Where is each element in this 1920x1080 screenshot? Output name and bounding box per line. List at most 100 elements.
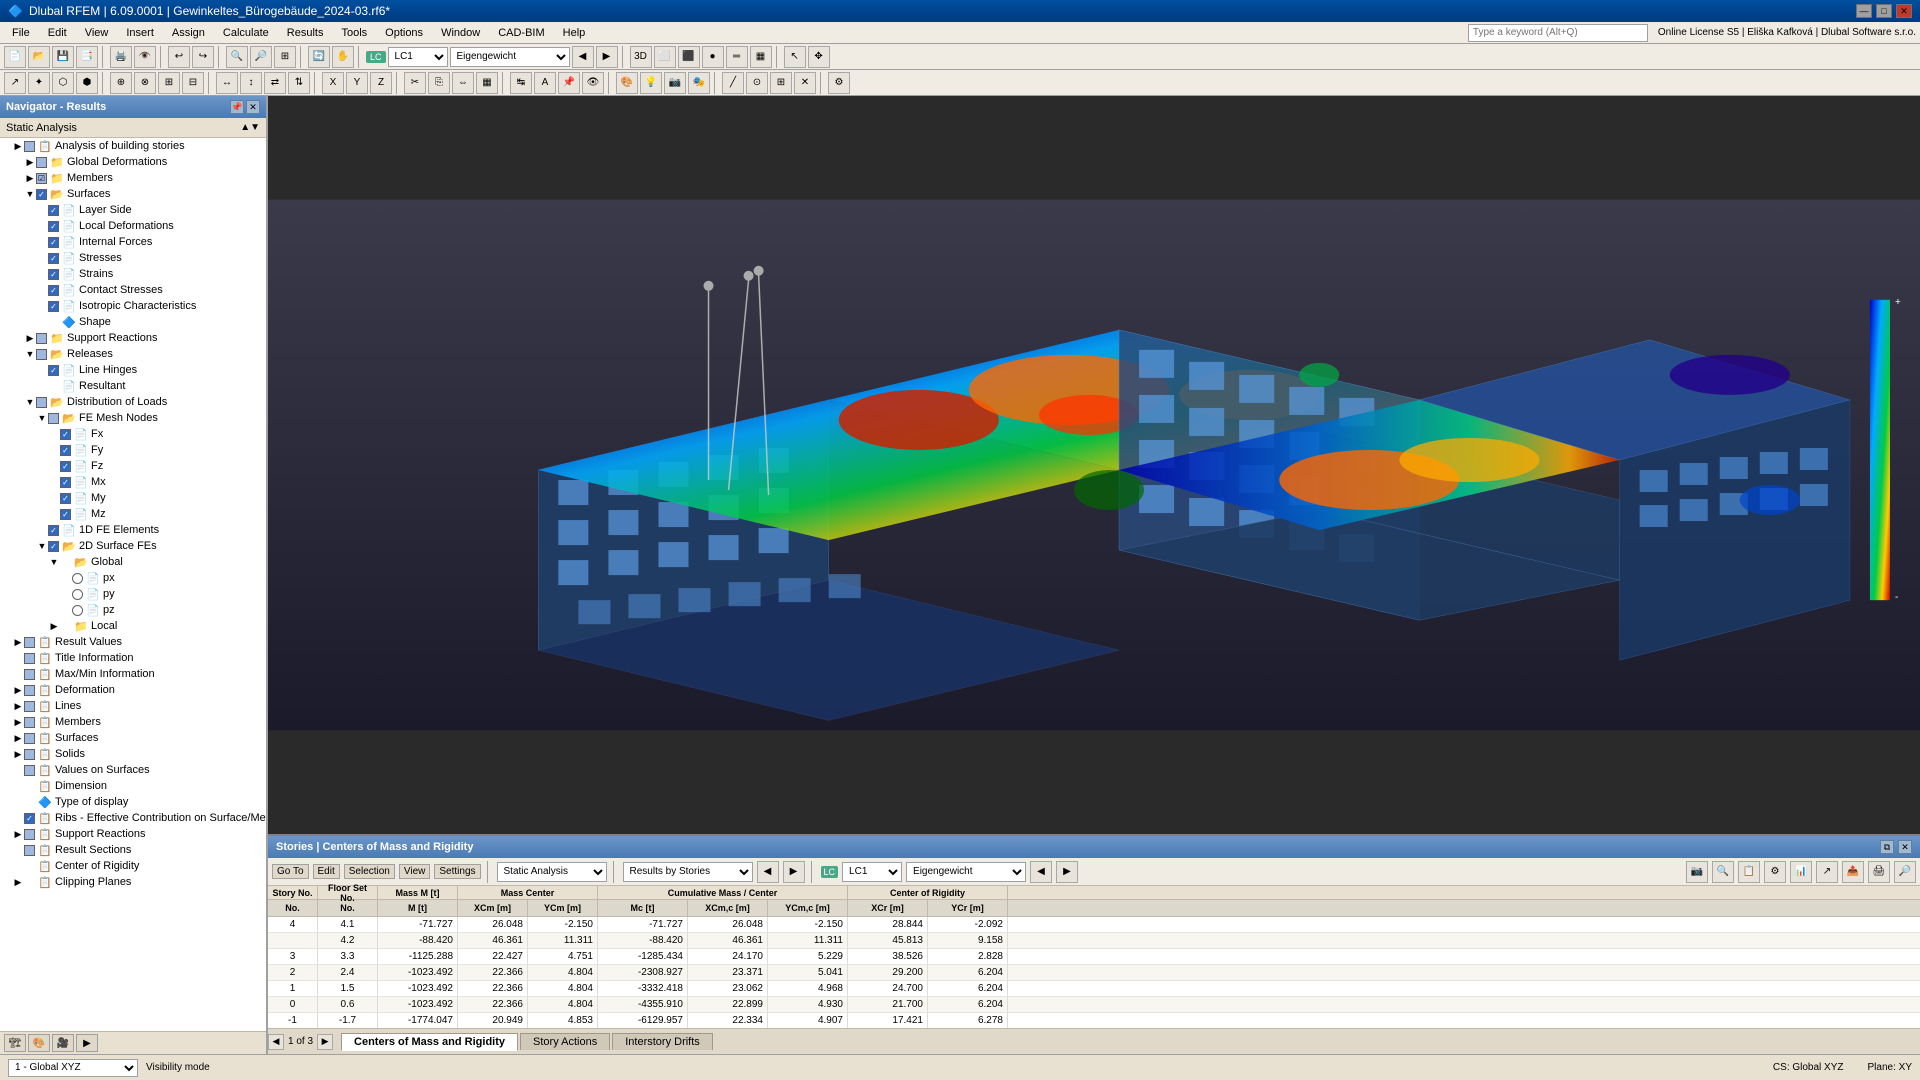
tree-item-clipping-planes[interactable]: ▶ 📋 Clipping Planes bbox=[0, 874, 266, 890]
tab-interstory-drifts[interactable]: Interstory Drifts bbox=[612, 1033, 713, 1050]
analysis-type-combo[interactable]: Static Analysis bbox=[497, 862, 607, 882]
tb2-11[interactable]: ⇄ bbox=[264, 72, 286, 94]
menu-file[interactable]: File bbox=[4, 25, 38, 41]
tb-move[interactable]: ✥ bbox=[808, 46, 830, 68]
tree-item-shape[interactable]: 🔷 Shape bbox=[0, 314, 266, 330]
tb-select[interactable]: ↖ bbox=[784, 46, 806, 68]
cb-layer-side[interactable]: ✓ bbox=[48, 205, 59, 216]
table-row[interactable]: -1 -1.7 -1774.047 20.949 4.853 -6129.957… bbox=[268, 1013, 1920, 1028]
tb-show-members[interactable]: ═ bbox=[726, 46, 748, 68]
cb-global-deform[interactable] bbox=[36, 157, 47, 168]
expand-surfaces-2[interactable]: ▶ bbox=[12, 731, 24, 745]
tb2-cross[interactable]: ✕ bbox=[794, 72, 816, 94]
expand-surfaces-1[interactable]: ▼ bbox=[24, 187, 36, 201]
tree-item-members-1[interactable]: ▶ ☑ 📁 Members bbox=[0, 170, 266, 186]
tb2-6[interactable]: ⊗ bbox=[134, 72, 156, 94]
tb-redo[interactable]: ↪ bbox=[192, 46, 214, 68]
close-btn[interactable]: ✕ bbox=[1896, 4, 1912, 18]
btn-view[interactable]: View bbox=[399, 864, 431, 879]
cb-result-values[interactable] bbox=[24, 637, 35, 648]
tb2-render[interactable]: 🎨 bbox=[616, 72, 638, 94]
tree-item-local-deform[interactable]: ✓ 📄 Local Deformations bbox=[0, 218, 266, 234]
cb-members-1[interactable]: ☑ bbox=[36, 173, 47, 184]
tb-prev-lc[interactable]: ◀ bbox=[572, 46, 594, 68]
panel-tb-4[interactable]: ⚙ bbox=[1764, 861, 1786, 883]
cb-2d-fe[interactable]: ✓ bbox=[48, 541, 59, 552]
maximize-btn[interactable]: □ bbox=[1876, 4, 1892, 18]
tb2-5[interactable]: ⊕ bbox=[110, 72, 132, 94]
menu-tools[interactable]: Tools bbox=[333, 25, 375, 41]
cb-mx[interactable]: ✓ bbox=[60, 477, 71, 488]
tree-item-resultant[interactable]: 📄 Resultant bbox=[0, 378, 266, 394]
tree-item-layer-side[interactable]: ✓ 📄 Layer Side bbox=[0, 202, 266, 218]
cb-fe-mesh[interactable] bbox=[48, 413, 59, 424]
tb-rotate[interactable]: 🔄 bbox=[308, 46, 330, 68]
cb-support-reactions-2[interactable] bbox=[24, 829, 35, 840]
cb-internal-forces[interactable]: ✓ bbox=[48, 237, 59, 248]
tree-item-type-display[interactable]: 🔷 Type of display bbox=[0, 794, 266, 810]
menu-help[interactable]: Help bbox=[555, 25, 594, 41]
tree-item-py[interactable]: 📄 py bbox=[0, 586, 266, 602]
panel-lc-num[interactable]: LC1 bbox=[842, 862, 902, 882]
tree-item-internal-forces[interactable]: ✓ 📄 Internal Forces bbox=[0, 234, 266, 250]
tree-item-ribs[interactable]: ✓ 📋 Ribs - Effective Contribution on Sur… bbox=[0, 810, 266, 826]
expand-support-reactions-1[interactable]: ▶ bbox=[24, 331, 36, 345]
tree-item-members-2[interactable]: ▶ 📋 Members bbox=[0, 714, 266, 730]
cb-fz[interactable]: ✓ bbox=[60, 461, 71, 472]
tb-solid[interactable]: ⬛ bbox=[678, 46, 700, 68]
tb2-mirror[interactable]: ⇔ bbox=[452, 72, 474, 94]
cb-1d-fe[interactable]: ✓ bbox=[48, 525, 59, 536]
btn-settings[interactable]: Settings bbox=[434, 864, 480, 879]
page-prev-btn[interactable]: ◀ bbox=[268, 1034, 284, 1050]
table-row[interactable]: 4.2 -88.420 46.361 11.311 -88.420 46.361… bbox=[268, 933, 1920, 949]
menu-assign[interactable]: Assign bbox=[164, 25, 213, 41]
tb2-grid[interactable]: ⊞ bbox=[770, 72, 792, 94]
cb-surfaces-1[interactable]: ✓ bbox=[36, 189, 47, 200]
table-row[interactable]: 4 4.1 -71.727 26.048 -2.150 -71.727 26.0… bbox=[268, 917, 1920, 933]
tree-item-surfaces-2[interactable]: ▶ 📋 Surfaces bbox=[0, 730, 266, 746]
cb-lines[interactable] bbox=[24, 701, 35, 712]
cb-mz[interactable]: ✓ bbox=[60, 509, 71, 520]
cb-releases[interactable] bbox=[36, 349, 47, 360]
tb-3d-view[interactable]: 3D bbox=[630, 46, 652, 68]
expand-local[interactable]: ▶ bbox=[48, 619, 60, 633]
tree-item-mx[interactable]: ✓ 📄 Mx bbox=[0, 474, 266, 490]
nav-close-btn[interactable]: ✕ bbox=[246, 100, 260, 114]
panel-lc-name[interactable]: Eigengewicht bbox=[906, 862, 1026, 882]
panel-lc-next[interactable]: ▶ bbox=[1056, 861, 1078, 883]
cb-analysis-stories[interactable] bbox=[24, 141, 35, 152]
expand-2d-fe[interactable]: ▼ bbox=[36, 539, 48, 553]
cb-my[interactable]: ✓ bbox=[60, 493, 71, 504]
cb-stresses[interactable]: ✓ bbox=[48, 253, 59, 264]
radio-py[interactable] bbox=[72, 589, 83, 600]
tb2-3[interactable]: ⬡ bbox=[52, 72, 74, 94]
panel-tb-3[interactable]: 📋 bbox=[1738, 861, 1760, 883]
tree-item-result-values[interactable]: ▶ 📋 Result Values bbox=[0, 634, 266, 650]
tree-item-lines[interactable]: ▶ 📋 Lines bbox=[0, 698, 266, 714]
tree-item-analysis-stories[interactable]: ▶ 📋 Analysis of building stories bbox=[0, 138, 266, 154]
expand-releases[interactable]: ▼ bbox=[24, 347, 36, 361]
tab-story-actions[interactable]: Story Actions bbox=[520, 1033, 610, 1050]
tree-item-pz[interactable]: 📄 pz bbox=[0, 602, 266, 618]
cb-title-info[interactable] bbox=[24, 653, 35, 664]
tree-item-maxmin[interactable]: 📋 Max/Min Information bbox=[0, 666, 266, 682]
panel-tb-8[interactable]: 🖨 bbox=[1868, 861, 1890, 883]
tree-item-px[interactable]: 📄 px bbox=[0, 570, 266, 586]
table-row[interactable]: 2 2.4 -1023.492 22.366 4.804 -2308.927 2… bbox=[268, 965, 1920, 981]
cb-local-deform[interactable]: ✓ bbox=[48, 221, 59, 232]
menu-calculate[interactable]: Calculate bbox=[215, 25, 277, 41]
tb2-line[interactable]: ╱ bbox=[722, 72, 744, 94]
results-prev[interactable]: ◀ bbox=[757, 861, 779, 883]
tree-item-support-reactions-2[interactable]: ▶ 📋 Support Reactions bbox=[0, 826, 266, 842]
tb2-1[interactable]: ↗ bbox=[4, 72, 26, 94]
tree-item-fz[interactable]: ✓ 📄 Fz bbox=[0, 458, 266, 474]
tb2-8[interactable]: ⊟ bbox=[182, 72, 204, 94]
cb-isotropic[interactable]: ✓ bbox=[48, 301, 59, 312]
panel-tb-7[interactable]: 📤 bbox=[1842, 861, 1864, 883]
tb2-axis-z[interactable]: Z bbox=[370, 72, 392, 94]
tb-show-nodes[interactable]: ● bbox=[702, 46, 724, 68]
cb-line-hinges[interactable]: ✓ bbox=[48, 365, 59, 376]
tb-save-as[interactable]: 📑 bbox=[76, 46, 98, 68]
panel-close-btn[interactable]: ✕ bbox=[1898, 840, 1912, 854]
tb2-text[interactable]: A bbox=[534, 72, 556, 94]
